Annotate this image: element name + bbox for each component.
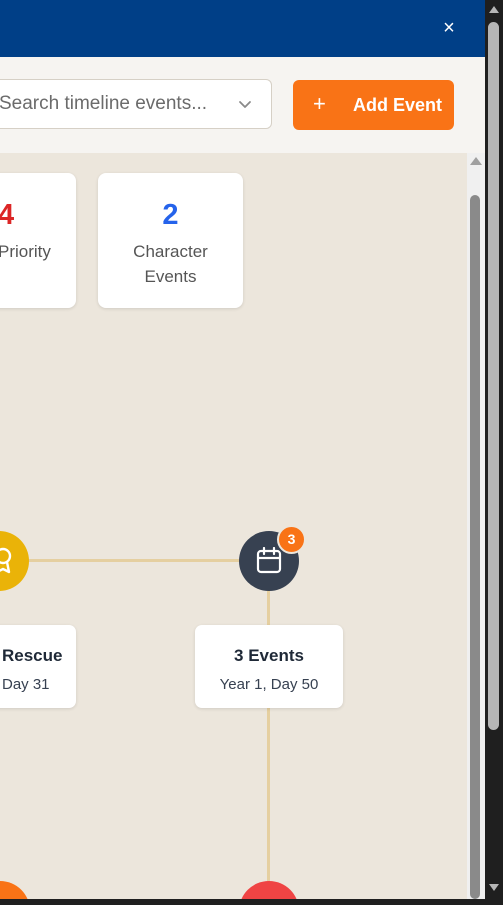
- event-node-bottom-left[interactable]: [0, 881, 30, 899]
- toolbar: + Add Event: [0, 57, 485, 154]
- event-node-award[interactable]: [0, 531, 29, 591]
- stat-label-priority: Priority: [0, 242, 51, 261]
- search-box[interactable]: [0, 79, 272, 129]
- plus-icon: +: [313, 91, 326, 116]
- event-date: Day 31: [2, 676, 50, 693]
- stat-card-priority: 4 Priority: [0, 173, 76, 308]
- timeline-app: × + Add Event 4 Priority 2 Character Eve…: [0, 0, 485, 899]
- event-card-3-events[interactable]: 3 Events Year 1, Day 50: [195, 625, 343, 708]
- close-button[interactable]: ×: [439, 18, 459, 38]
- stat-value-priority: 4: [0, 199, 15, 231]
- event-card-rescue[interactable]: Rescue Day 31: [0, 625, 76, 708]
- stat-label-character-events-line2: Events: [144, 267, 197, 286]
- stat-value-character-events: 2: [162, 199, 179, 231]
- calendar-icon: [256, 547, 282, 574]
- timeline-canvas[interactable]: 4 Priority 2 Character Events 3 Rescue D…: [0, 153, 467, 899]
- window-scroll-down-icon[interactable]: [489, 884, 499, 891]
- event-title: Rescue: [2, 646, 63, 665]
- search-input[interactable]: [0, 80, 219, 128]
- timeline-connector-horizontal: [0, 559, 269, 562]
- add-event-button[interactable]: + Add Event: [293, 80, 454, 130]
- stat-card-character-events: 2 Character Events: [98, 173, 243, 308]
- event-date: Year 1, Day 50: [219, 676, 319, 693]
- scroll-up-arrow-icon[interactable]: [470, 157, 482, 165]
- stat-label-character-events-line1: Character: [133, 242, 208, 261]
- event-node-bottom-center[interactable]: [239, 881, 299, 899]
- chevron-down-icon[interactable]: [237, 96, 253, 112]
- window-scroll-up-icon[interactable]: [489, 6, 499, 13]
- window-scroll-thumb[interactable]: [488, 22, 499, 730]
- event-title: 3 Events: [234, 646, 304, 665]
- add-event-label: Add Event: [353, 95, 443, 115]
- title-bar: ×: [0, 0, 485, 57]
- canvas-scrollbar[interactable]: [467, 153, 485, 899]
- event-count-badge: 3: [277, 525, 306, 554]
- scroll-thumb[interactable]: [470, 195, 480, 899]
- window-bottom-edge: [0, 899, 485, 905]
- award-icon: [0, 547, 12, 574]
- window-scrollbar[interactable]: [485, 0, 503, 905]
